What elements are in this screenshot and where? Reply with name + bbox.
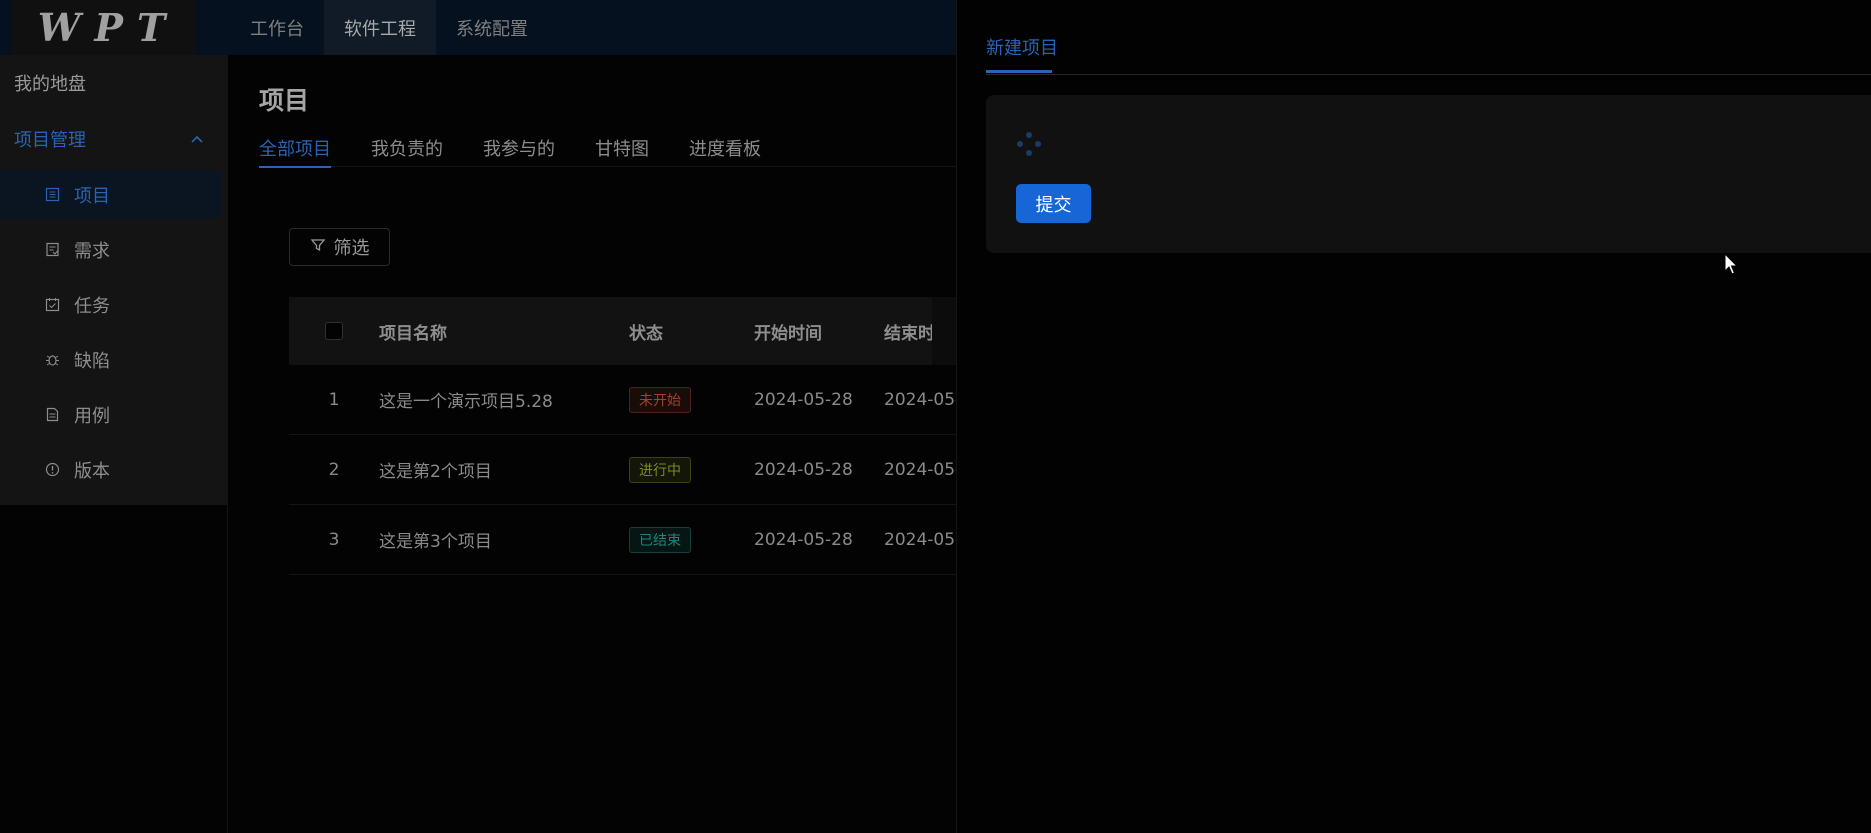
tab-progress-board[interactable]: 进度看板 — [689, 129, 761, 167]
chevron-up-icon — [191, 132, 203, 146]
status-badge: 未开始 — [629, 386, 691, 413]
main-content: 项目 全部项目 我负责的 我参与的 甘特图 进度看板 筛选 项目名称 状态 开始… — [229, 55, 956, 833]
tab-gantt[interactable]: 甘特图 — [595, 129, 649, 167]
page-title: 项目 — [259, 86, 310, 115]
tab-my-responsible[interactable]: 我负责的 — [371, 129, 443, 167]
filter-label: 筛选 — [333, 238, 370, 259]
sidebar-item-project[interactable]: 项目 — [0, 167, 227, 222]
new-project-drawer: 新建项目 提交 — [956, 0, 1871, 833]
table-header: 项目名称 状态 开始时间 结束时间 — [289, 297, 956, 365]
requirement-icon — [44, 242, 60, 258]
loading-spinner-icon — [1014, 129, 1044, 159]
project-name[interactable]: 这是第2个项目 — [379, 457, 629, 482]
submit-button[interactable]: 提交 — [1016, 184, 1091, 223]
header-start-time: 开始时间 — [754, 323, 822, 344]
project-icon — [44, 187, 60, 203]
end-date: 2024-05-2 — [884, 529, 956, 550]
filter-icon — [310, 237, 326, 258]
start-date: 2024-05-28 — [754, 459, 853, 480]
end-date: 2024-05-2 — [884, 459, 956, 480]
bug-icon — [44, 352, 60, 368]
sidebar-item-label: 版本 — [74, 460, 110, 482]
testcase-icon — [44, 407, 60, 423]
logo-text: WPT — [37, 5, 180, 50]
project-tabs: 全部项目 我负责的 我参与的 甘特图 进度看板 — [259, 129, 956, 168]
project-table: 项目名称 状态 开始时间 结束时间 1 这是一个演示项目5.28 未开始 202… — [289, 297, 956, 575]
sidebar-item-label: 项目 — [74, 185, 110, 207]
tab-all-projects[interactable]: 全部项目 — [259, 129, 331, 168]
sidebar-item-label: 用例 — [74, 405, 110, 427]
row-index: 2 — [328, 459, 340, 480]
table-row[interactable]: 1 这是一个演示项目5.28 未开始 2024-05-28 2024-05-2 — [289, 365, 956, 435]
form-card: 提交 — [986, 95, 1871, 253]
tab-my-participated[interactable]: 我参与的 — [483, 129, 555, 167]
sidebar-item-label: 缺陷 — [74, 350, 110, 372]
topnav-workbench[interactable]: 工作台 — [230, 0, 324, 55]
topnav-software-engineering[interactable]: 软件工程 — [324, 0, 436, 55]
start-date: 2024-05-28 — [754, 389, 853, 410]
sidebar-item-testcase[interactable]: 用例 — [0, 387, 227, 442]
task-icon — [44, 297, 60, 313]
sidebar-item-my-workspace[interactable]: 我的地盘 — [0, 55, 227, 111]
sidebar: 我的地盘 项目管理 项目 需求 任务 缺陷 用例 版本 — [0, 55, 228, 833]
sidebar-item-version[interactable]: 版本 — [0, 442, 227, 497]
tab-new-project[interactable]: 新建项目 — [986, 34, 1058, 73]
topnav-system-config[interactable]: 系统配置 — [436, 0, 548, 55]
table-row[interactable]: 3 这是第3个项目 已结束 2024-05-28 2024-05-2 — [289, 505, 956, 575]
logo[interactable]: WPT — [12, 0, 195, 55]
header-project-name: 项目名称 — [379, 323, 447, 344]
drawer-tabs: 新建项目 — [986, 0, 1871, 75]
select-all-checkbox[interactable] — [325, 322, 343, 340]
row-index: 1 — [328, 389, 340, 410]
header-status: 状态 — [629, 323, 663, 344]
sidebar-item-requirement[interactable]: 需求 — [0, 222, 227, 277]
sidebar-item-label: 任务 — [74, 295, 110, 317]
project-name[interactable]: 这是一个演示项目5.28 — [379, 387, 629, 412]
status-badge: 进行中 — [629, 456, 691, 483]
column-resize-handle[interactable] — [932, 297, 956, 365]
version-icon — [44, 462, 60, 478]
sidebar-item-task[interactable]: 任务 — [0, 277, 227, 332]
project-name[interactable]: 这是第3个项目 — [379, 527, 629, 552]
sidebar-group-label: 项目管理 — [14, 130, 86, 151]
sidebar-item-bug[interactable]: 缺陷 — [0, 332, 227, 387]
row-index: 3 — [328, 529, 340, 550]
sidebar-item-label: 需求 — [74, 240, 110, 262]
start-date: 2024-05-28 — [754, 529, 853, 550]
end-date: 2024-05-2 — [884, 389, 956, 410]
top-nav: 工作台 软件工程 系统配置 — [230, 0, 548, 55]
status-badge: 已结束 — [629, 526, 691, 553]
sidebar-menu: 我的地盘 项目管理 项目 需求 任务 缺陷 用例 版本 — [0, 55, 227, 505]
mouse-cursor-icon — [1724, 252, 1740, 277]
table-row[interactable]: 2 这是第2个项目 进行中 2024-05-28 2024-05-2 — [289, 435, 956, 505]
filter-button[interactable]: 筛选 — [289, 228, 390, 266]
sidebar-group-project-management[interactable]: 项目管理 — [0, 111, 227, 167]
